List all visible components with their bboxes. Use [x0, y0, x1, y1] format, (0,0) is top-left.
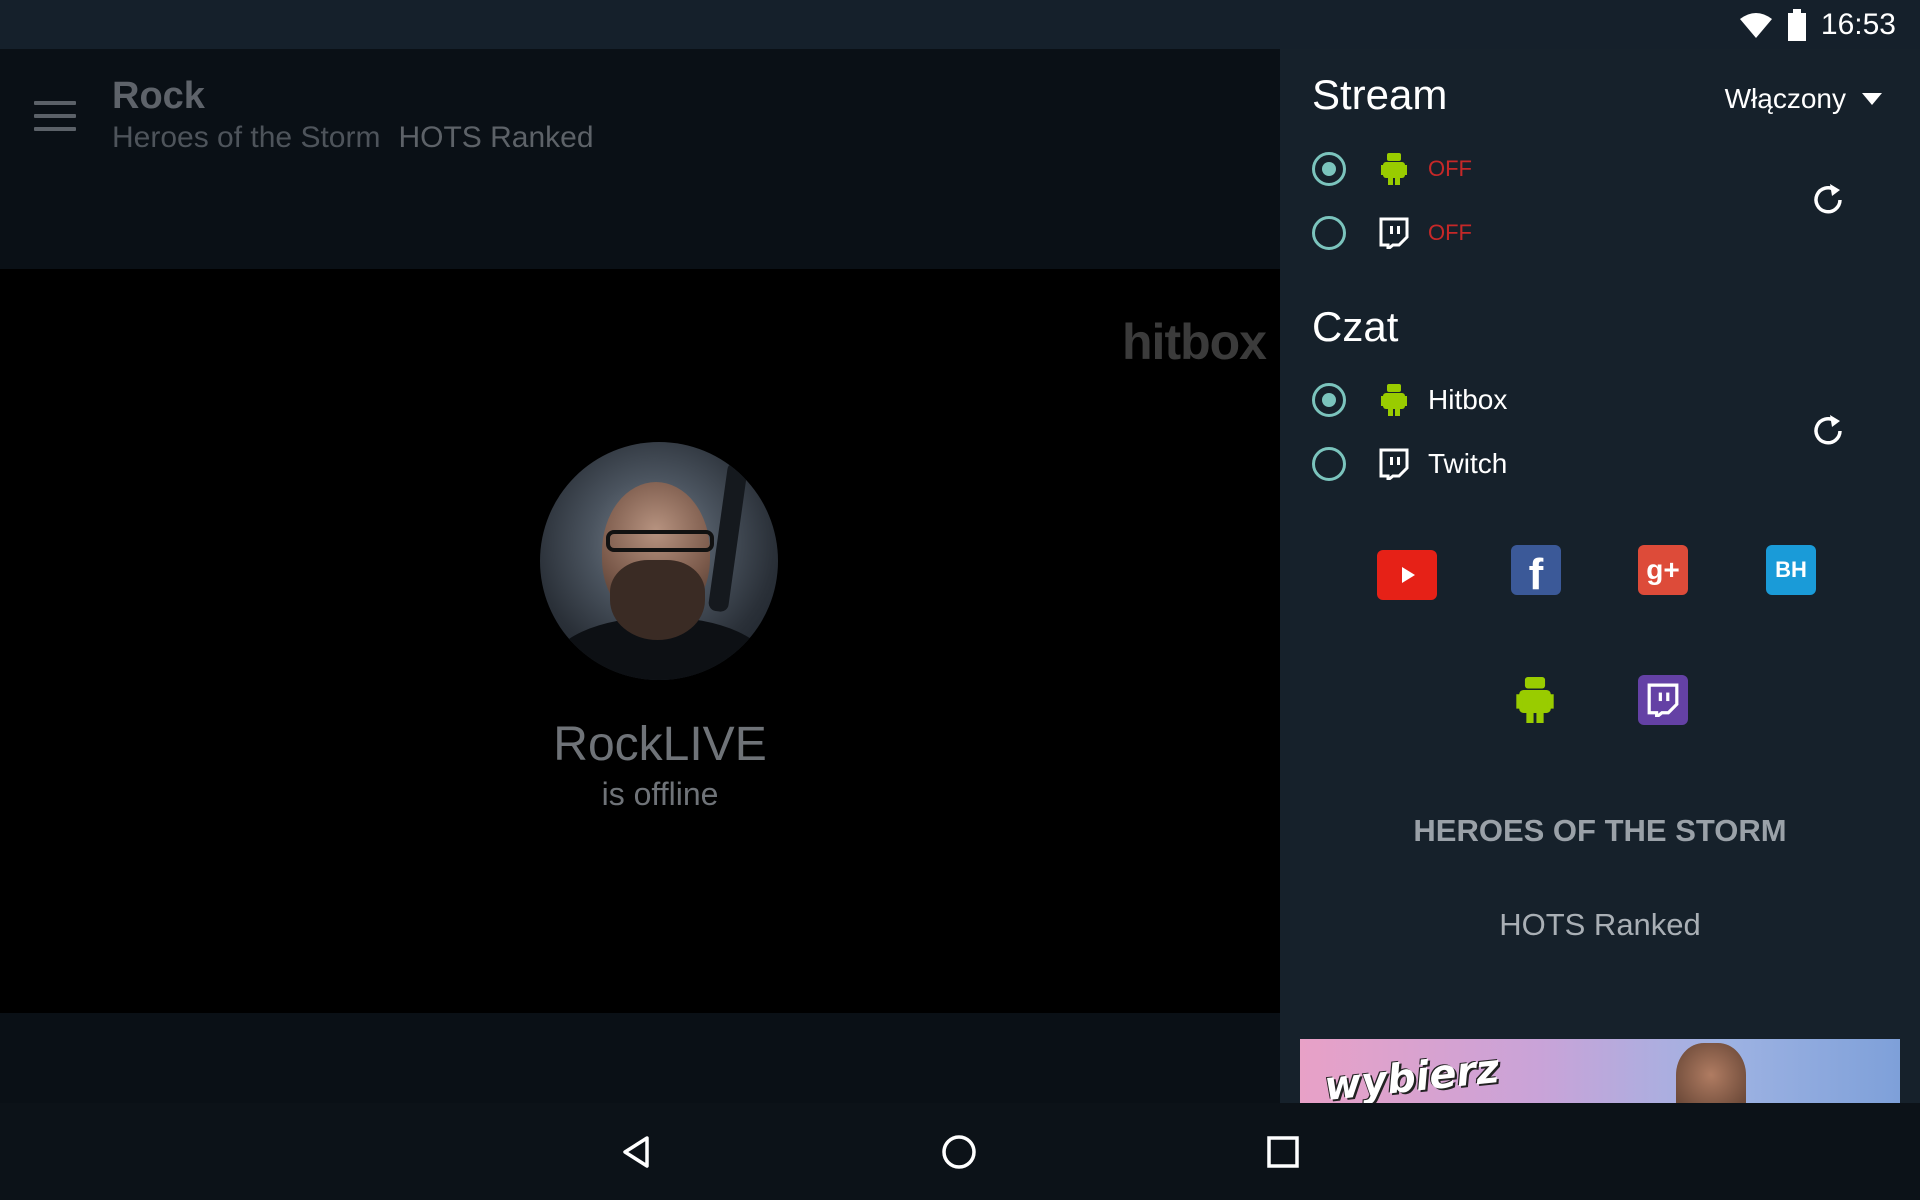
refresh-stream-icon[interactable]	[1808, 180, 1848, 220]
back-icon	[623, 1136, 649, 1168]
home-button[interactable]	[934, 1127, 984, 1177]
hitbox-watermark: hitbox	[1122, 314, 1267, 370]
ad-image	[1676, 1043, 1746, 1103]
below-player-area	[0, 1013, 1280, 1103]
hitbox-icon	[1376, 382, 1412, 418]
channel-name: RockLIVE	[553, 718, 767, 771]
stream-option-twitch[interactable]: OFF	[1312, 205, 1472, 261]
page-title: Rock	[112, 75, 205, 117]
refresh-chat-icon[interactable]	[1808, 411, 1848, 451]
app-toolbar: Rock Heroes of the Storm HOTS Ranked	[0, 49, 1280, 269]
youtube-icon[interactable]	[1377, 550, 1437, 600]
avatar	[540, 442, 778, 680]
stream-hitbox-status: OFF	[1428, 156, 1472, 181]
stream-section-title: Stream	[1312, 71, 1448, 118]
clock: 16:53	[1820, 7, 1896, 41]
channel-status: is offline	[601, 776, 719, 812]
stream-twitch-status: OFF	[1428, 220, 1472, 245]
twitch-icon[interactable]	[1638, 675, 1688, 725]
wifi-icon	[1739, 12, 1772, 38]
vk-icon[interactable]: BH	[1766, 545, 1816, 595]
game-title: HEROES OF THE STORM	[1413, 813, 1787, 848]
subtitle-game: Heroes of the Storm	[112, 121, 381, 154]
menu-icon[interactable]	[34, 101, 76, 131]
navigation-bar	[0, 1103, 1920, 1200]
home-icon	[942, 1135, 976, 1169]
radio-stream-twitch[interactable]	[1312, 216, 1346, 250]
stream-dropdown-value: Włączony	[1724, 83, 1846, 114]
stream-option-hitbox[interactable]: OFF	[1312, 141, 1472, 197]
chat-option-hitbox[interactable]: Hitbox	[1312, 372, 1507, 428]
battery-icon	[1787, 8, 1806, 41]
chevron-down-icon	[1862, 93, 1882, 105]
twitch-icon	[1376, 446, 1412, 482]
radio-stream-hitbox[interactable]	[1312, 152, 1346, 186]
hitbox-icon[interactable]	[1510, 675, 1560, 725]
radio-chat-hitbox[interactable]	[1312, 383, 1346, 417]
google-plus-icon[interactable]: g+	[1638, 545, 1688, 595]
chat-twitch-label: Twitch	[1428, 448, 1508, 479]
status-bar: 16:53	[0, 0, 1920, 49]
settings-drawer: Stream Włączony OFF OFF Czat Hitbox Twit…	[1280, 49, 1920, 1103]
status-icons: 16:53	[1739, 0, 1896, 49]
radio-chat-twitch[interactable]	[1312, 447, 1346, 481]
chat-option-twitch[interactable]: Twitch	[1312, 436, 1507, 492]
recents-button[interactable]	[1258, 1127, 1308, 1177]
video-player[interactable]: hitbox RockLIVE is offline	[0, 269, 1280, 1013]
hitbox-icon	[1376, 151, 1412, 187]
chat-hitbox-label: Hitbox	[1428, 384, 1508, 415]
chat-section-title: Czat	[1312, 303, 1399, 350]
recents-icon	[1267, 1136, 1299, 1168]
ad-text: wybierz	[1322, 1045, 1502, 1103]
stream-dropdown[interactable]: Włączony	[1725, 83, 1882, 115]
facebook-icon[interactable]: f	[1511, 545, 1561, 599]
screen: 16:53 Rock Heroes of the Storm HOTS Ranke…	[0, 0, 1920, 1200]
back-button[interactable]	[612, 1127, 662, 1177]
page-subtitle: Heroes of the Storm HOTS Ranked	[112, 121, 594, 155]
twitch-icon	[1376, 215, 1412, 251]
game-tag: HOTS Ranked	[1499, 907, 1701, 942]
subtitle-tag: HOTS Ranked	[398, 121, 594, 154]
ad-banner[interactable]: wybierz	[1300, 1039, 1900, 1103]
